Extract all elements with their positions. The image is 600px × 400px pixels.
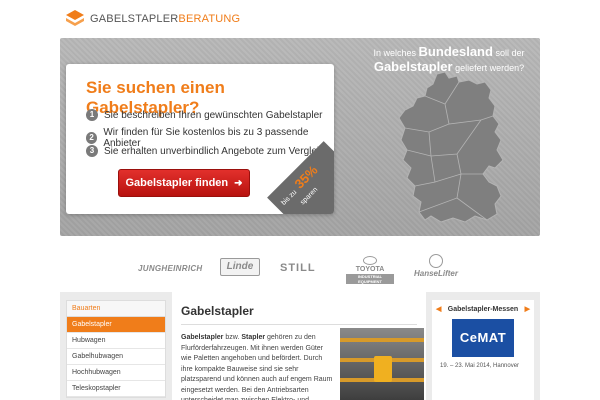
arrow-right-icon: ➜ bbox=[234, 177, 243, 189]
brand-linde[interactable]: Linde bbox=[220, 258, 260, 276]
article-bold-2: Stapler bbox=[241, 334, 266, 341]
hanselifter-logo-icon bbox=[429, 254, 443, 268]
cemat-logo[interactable]: CeMAT bbox=[452, 319, 514, 357]
photo-forklift bbox=[374, 356, 392, 382]
trade-fair-title: Gabelstapler-Messen bbox=[447, 306, 519, 313]
brand-hanselifter[interactable]: HanseLifter bbox=[410, 254, 462, 278]
logo-text-part2: BERATUNG bbox=[178, 13, 241, 25]
step-number: 1 bbox=[86, 109, 98, 121]
state-question-line1: In welches Bundesland soll der bbox=[365, 45, 533, 60]
article-text-1: bzw. bbox=[223, 334, 242, 341]
trade-fair-date: 19. – 23. Mai 2014, Hannover bbox=[440, 363, 520, 369]
step-text: Sie erhalten unverbindlich Angebote zum … bbox=[104, 145, 330, 157]
step-number: 2 bbox=[86, 132, 98, 144]
sidebar-item-gabelhubwagen[interactable]: Gabelhubwagen bbox=[67, 349, 165, 365]
find-forklift-button[interactable]: Gabelstapler finden ➜ bbox=[118, 169, 250, 197]
sidebar-item-teleskopstapler[interactable]: Teleskopstapler bbox=[67, 381, 165, 397]
brand-jungheinrich[interactable]: JUNGHEINRICH bbox=[138, 264, 203, 273]
savings-badge-prefix: bis zu bbox=[280, 188, 299, 207]
brand-toyota-name: TOYOTA bbox=[355, 266, 385, 273]
step-item: 1 Sie beschreiben Ihren gewünschten Gabe… bbox=[86, 109, 322, 121]
site-logo[interactable]: GABELSTAPLERBERATUNG bbox=[66, 10, 240, 28]
sidebar-item-hubwagen[interactable]: Hubwagen bbox=[67, 333, 165, 349]
article-text-2: gehören zu den Flurförderfahrzeugen. Mit… bbox=[181, 334, 333, 400]
brand-still[interactable]: STILL bbox=[280, 262, 316, 274]
toyota-logo-icon bbox=[363, 256, 377, 265]
sidebar-item-gabelstapler[interactable]: Gabelstapler bbox=[67, 317, 165, 333]
article-title: Gabelstapler bbox=[181, 304, 254, 318]
chevron-left-icon[interactable]: ◀ bbox=[436, 305, 441, 313]
step-item: 3 Sie erhalten unverbindlich Angebote zu… bbox=[86, 145, 330, 157]
logo-icon bbox=[66, 10, 84, 26]
brand-logos: JUNGHEINRICH Linde STILL TOYOTA INDUSTRI… bbox=[60, 250, 540, 284]
trade-fair-widget: ◀ Gabelstapler-Messen ▶ CeMAT 19. – 23. … bbox=[432, 300, 534, 400]
sidebar-item-hochhubwagen[interactable]: Hochhubwagen bbox=[67, 365, 165, 381]
step-text: Sie beschreiben Ihren gewünschten Gabels… bbox=[104, 109, 323, 121]
brand-toyota-sub: INDUSTRIAL EQUIPMENT bbox=[346, 274, 394, 284]
logo-text-part1: GABELSTAPLER bbox=[90, 13, 179, 25]
find-forklift-button-label: Gabelstapler finden bbox=[125, 177, 229, 189]
article-text: Gabelstapler bzw. Stapler gehören zu den… bbox=[181, 333, 333, 400]
brand-toyota[interactable]: TOYOTA INDUSTRIAL EQUIPMENT bbox=[346, 256, 394, 284]
trade-fair-heading: ◀ Gabelstapler-Messen ▶ bbox=[432, 300, 534, 317]
sidebar-heading: Bauarten bbox=[67, 301, 165, 317]
site-header: GABELSTAPLERBERATUNG bbox=[0, 0, 600, 38]
question-bold-state: Bundesland bbox=[418, 44, 493, 59]
main-article: Gabelstapler Gabelstapler bzw. Stapler g… bbox=[172, 292, 426, 400]
article-divider bbox=[181, 324, 417, 325]
chevron-right-icon[interactable]: ▶ bbox=[525, 305, 530, 313]
question-text-a: In welches bbox=[373, 48, 417, 58]
step-number: 3 bbox=[86, 145, 98, 157]
germany-map[interactable] bbox=[385, 70, 515, 230]
photo-shelf bbox=[340, 338, 424, 342]
hero-banner: In welches Bundesland soll der Gabelstap… bbox=[60, 38, 540, 236]
brand-hanselifter-name: HanseLifter bbox=[413, 269, 458, 278]
question-text-b: soll der bbox=[495, 48, 525, 58]
forklift-photo bbox=[340, 328, 424, 400]
content-area: Bauarten Gabelstapler Hubwagen Gabelhubw… bbox=[60, 292, 540, 400]
types-sidebar: Bauarten Gabelstapler Hubwagen Gabelhubw… bbox=[66, 300, 166, 398]
logo-text: GABELSTAPLERBERATUNG bbox=[90, 13, 240, 25]
search-card: Sie suchen einen Gabelstapler? 1 Sie bes… bbox=[66, 64, 334, 214]
article-bold-1: Gabelstapler bbox=[181, 334, 224, 341]
